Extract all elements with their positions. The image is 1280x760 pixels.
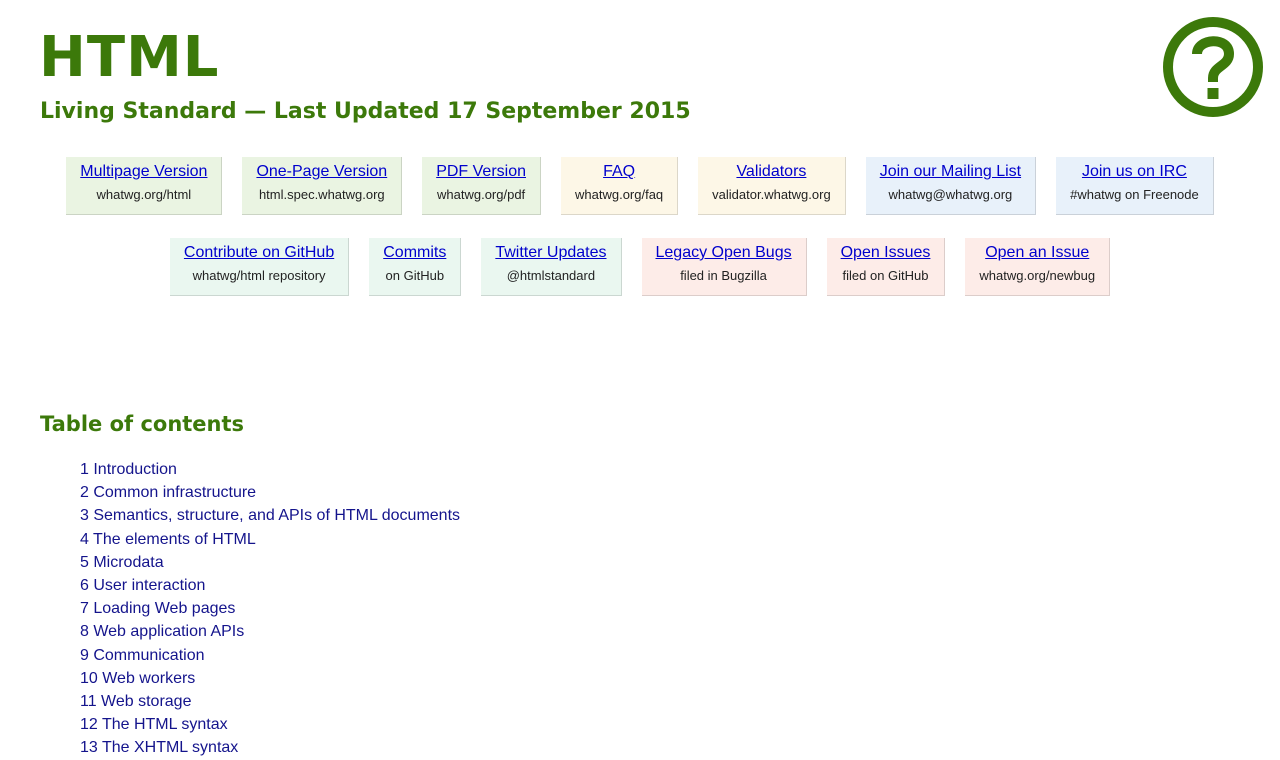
toc-list: 1 Introduction 2 Common infrastructure 3…	[80, 458, 460, 759]
link-label[interactable]: PDF Version	[436, 162, 526, 182]
link-sublabel: on GitHub	[385, 268, 445, 283]
link-commits[interactable]: Commits on GitHub	[369, 238, 462, 296]
link-open-an-issue[interactable]: Open an Issue whatwg.org/newbug	[965, 238, 1111, 296]
toc-item: 5 Microdata	[80, 551, 460, 574]
toc-item: 12 The HTML syntax	[80, 713, 460, 736]
toc-link[interactable]: 6 User interaction	[80, 577, 205, 594]
link-label[interactable]: Open an Issue	[979, 243, 1095, 263]
quick-links-row-1: Multipage Version whatwg.org/html One-Pa…	[0, 157, 1280, 215]
page-subtitle: Living Standard — Last Updated 17 Septem…	[40, 99, 691, 124]
link-label[interactable]: Validators	[712, 162, 831, 182]
link-sublabel: whatwg/html repository	[192, 268, 326, 283]
link-label[interactable]: Legacy Open Bugs	[656, 243, 792, 263]
link-legacy-open-bugs[interactable]: Legacy Open Bugs filed in Bugzilla	[641, 238, 807, 296]
link-sublabel: html.spec.whatwg.org	[258, 187, 385, 202]
toc-link[interactable]: 13 The XHTML syntax	[80, 739, 238, 756]
link-mailing-list[interactable]: Join our Mailing List whatwg@whatwg.org	[865, 157, 1037, 215]
link-label[interactable]: Contribute on GitHub	[184, 243, 334, 263]
link-sublabel: whatwg.org/pdf	[437, 187, 526, 202]
toc-item: 4 The elements of HTML	[80, 528, 460, 551]
link-label[interactable]: Twitter Updates	[495, 243, 606, 263]
link-sublabel: whatwg.org/html	[96, 187, 192, 202]
page-title: HTML	[39, 25, 220, 90]
toc-item: 11 Web storage	[80, 690, 460, 713]
toc-link[interactable]: 5 Microdata	[80, 554, 164, 571]
link-twitter-updates[interactable]: Twitter Updates @htmlstandard	[481, 238, 622, 296]
toc-link[interactable]: 9 Communication	[80, 647, 205, 664]
toc-link[interactable]: 11 Web storage	[80, 693, 191, 710]
toc-link[interactable]: 2 Common infrastructure	[80, 484, 256, 501]
toc-item: 8 Web application APIs	[80, 620, 460, 643]
link-pdf-version[interactable]: PDF Version whatwg.org/pdf	[422, 157, 541, 215]
quick-links-row-2: Contribute on GitHub whatwg/html reposit…	[0, 238, 1280, 296]
toc-item: 10 Web workers	[80, 667, 460, 690]
toc-heading: Table of contents	[40, 412, 245, 436]
toc-item: 13 The XHTML syntax	[80, 736, 460, 759]
toc-item: 9 Communication	[80, 644, 460, 667]
toc-link[interactable]: 10 Web workers	[80, 670, 195, 687]
link-faq[interactable]: FAQ whatwg.org/faq	[561, 157, 679, 215]
link-sublabel: @htmlstandard	[506, 268, 596, 283]
link-sublabel: validator.whatwg.org	[712, 187, 831, 202]
link-sublabel: whatwg.org/faq	[575, 187, 664, 202]
link-sublabel: filed in Bugzilla	[680, 268, 767, 283]
link-open-issues[interactable]: Open Issues filed on GitHub	[826, 238, 946, 296]
link-label[interactable]: Join our Mailing List	[880, 162, 1021, 182]
link-label[interactable]: One-Page Version	[256, 162, 387, 182]
toc-item: 2 Common infrastructure	[80, 481, 460, 504]
toc-item: 3 Semantics, structure, and APIs of HTML…	[80, 504, 460, 527]
toc-item: 6 User interaction	[80, 574, 460, 597]
link-irc[interactable]: Join us on IRC #whatwg on Freenode	[1056, 157, 1214, 215]
toc-link[interactable]: 4 The elements of HTML	[80, 531, 256, 548]
toc-link[interactable]: 8 Web application APIs	[80, 623, 244, 640]
toc-link[interactable]: 7 Loading Web pages	[80, 600, 235, 617]
link-label[interactable]: Commits	[383, 243, 446, 263]
link-sublabel: whatwg.org/newbug	[979, 268, 1096, 283]
link-validators[interactable]: Validators validator.whatwg.org	[698, 157, 846, 215]
link-sublabel: filed on GitHub	[842, 268, 929, 283]
link-contribute-github[interactable]: Contribute on GitHub whatwg/html reposit…	[169, 238, 350, 296]
toc-link[interactable]: 3 Semantics, structure, and APIs of HTML…	[80, 507, 460, 524]
link-one-page-version[interactable]: One-Page Version html.spec.whatwg.org	[242, 157, 403, 215]
link-label[interactable]: Join us on IRC	[1070, 162, 1199, 182]
toc-link[interactable]: 1 Introduction	[80, 461, 177, 478]
question-mark-circle-icon[interactable]	[1162, 16, 1264, 118]
link-multipage-version[interactable]: Multipage Version whatwg.org/html	[66, 157, 223, 215]
toc-link[interactable]: 12 The HTML syntax	[80, 716, 228, 733]
link-label[interactable]: Open Issues	[841, 243, 931, 263]
toc-item: 7 Loading Web pages	[80, 597, 460, 620]
link-label[interactable]: Multipage Version	[80, 162, 207, 182]
toc-item: 1 Introduction	[80, 458, 460, 481]
link-label[interactable]: FAQ	[575, 162, 663, 182]
link-sublabel: #whatwg on Freenode	[1070, 187, 1199, 202]
link-sublabel: whatwg@whatwg.org	[888, 187, 1013, 202]
